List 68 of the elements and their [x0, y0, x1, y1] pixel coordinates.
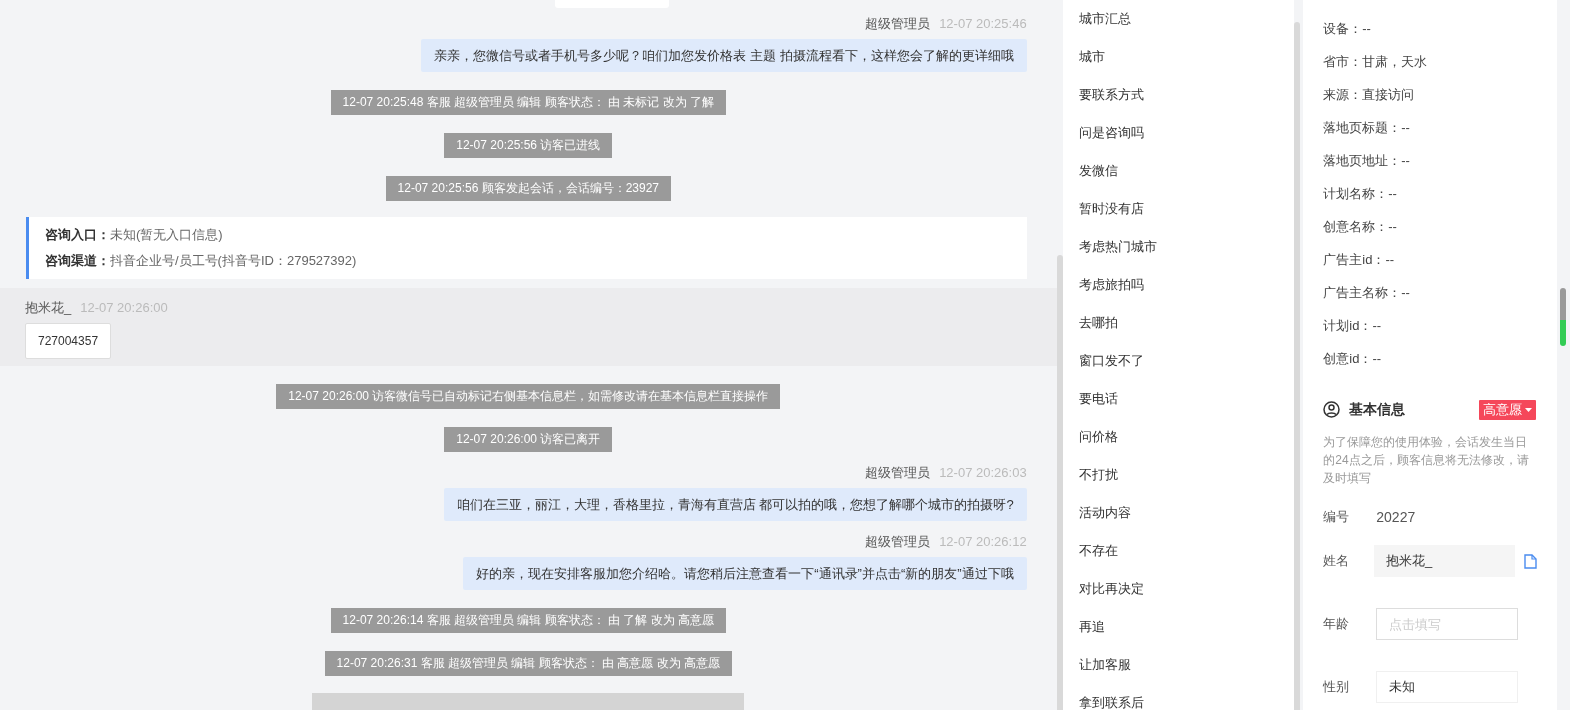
- system-notice: 12-07 20:26:31 客服 超级管理员 编辑 顾客状态： 由 高意愿 改为 高意愿: [324, 651, 732, 676]
- visitor-info-line: 广告主名称：--: [1323, 283, 1411, 302]
- visitor-info-line: 设备：--: [1323, 19, 1372, 38]
- quick-reply-item[interactable]: 发微信: [1078, 152, 1295, 190]
- visitor-info-line: 创意id：--: [1323, 349, 1383, 368]
- visitor-info-line: 创意名称：--: [1323, 217, 1398, 236]
- sender-name: 抱米花_: [25, 299, 72, 317]
- entry-label: 咨询渠道：: [45, 252, 110, 270]
- section-title: 基本信息: [1349, 400, 1406, 419]
- message-time: 12-07 20:26:03: [939, 464, 1027, 482]
- system-notice: 12-07 20:26:14 客服 超级管理员 编辑 顾客状态： 由 了解 改为 高意愿: [330, 608, 726, 633]
- quick-reply-item[interactable]: 活动内容: [1078, 494, 1295, 532]
- visitor-info-line: 落地页标题：--: [1323, 118, 1411, 137]
- visitor-message: 727004357: [25, 323, 112, 359]
- quick-reply-item[interactable]: 窗口发不了: [1078, 342, 1295, 380]
- quick-reply-item[interactable]: 不打扰: [1078, 456, 1295, 494]
- quick-reply-item[interactable]: 城市: [1078, 38, 1295, 76]
- quick-reply-item[interactable]: 拿到联系后: [1078, 684, 1295, 710]
- quick-reply-item[interactable]: 不存在: [1078, 532, 1295, 570]
- entry-label: 咨询入口：: [45, 226, 110, 244]
- field-label: 编号: [1323, 508, 1351, 527]
- visitor-info-line: 来源：直接访问: [1323, 85, 1416, 104]
- entry-value: 抖音企业号/员工号(抖音号ID：279527392): [110, 252, 357, 270]
- quick-reply-item[interactable]: 要电话: [1078, 380, 1295, 418]
- visitor-info-line: 计划id：--: [1323, 316, 1383, 335]
- quick-reply-item[interactable]: 要联系方式: [1078, 76, 1295, 114]
- quick-reply-item[interactable]: 暂时没有店: [1078, 190, 1295, 228]
- name-field[interactable]: 抱米花_: [1374, 545, 1515, 577]
- quick-reply-item[interactable]: 城市汇总: [1078, 0, 1295, 38]
- scrollbar[interactable]: [1294, 22, 1301, 710]
- system-notice: 12-07 20:25:56 顾客发起会话，会话编号：23927: [385, 176, 672, 201]
- quick-reply-item[interactable]: 去哪拍: [1078, 304, 1295, 342]
- gender-field[interactable]: 未知: [1376, 671, 1519, 703]
- visitor-info-line: 落地页地址：--: [1323, 151, 1411, 170]
- system-notice: 12-07 20:25:48 客服 超级管理员 编辑 顾客状态： 由 未标记 改为 了解: [330, 90, 726, 115]
- system-notice: 12-07 20:26:00 访客已离开: [444, 427, 613, 452]
- message-time: 12-07 20:26:12: [939, 533, 1027, 551]
- quick-reply-item[interactable]: 考虑旅拍吗: [1078, 266, 1295, 304]
- visitor-info-line: 省市：甘肃，天水: [1323, 52, 1429, 71]
- agent-message: 好的亲，现在安排客服加您介绍哈。请您稍后注意查看一下“通讯录”并点击“新的朋友”通过下哦: [463, 557, 1027, 590]
- message-time: 12-07 20:25:46: [939, 15, 1027, 33]
- entry-value: 未知(暂无入口信息): [110, 226, 223, 244]
- agent-message: 亲亲，您微信号或者手机号多少呢？咱们加您发价格表 主题 拍摄流程看下，这样您会了解的更详细哦: [421, 39, 1027, 72]
- scrollbar[interactable]: [1056, 255, 1063, 710]
- quick-reply-item[interactable]: 考虑热门城市: [1078, 228, 1295, 266]
- quick-reply-item[interactable]: 再追: [1078, 608, 1295, 646]
- field-label: 姓名: [1323, 552, 1351, 571]
- visitor-info-line: 广告主id：--: [1323, 250, 1396, 269]
- sender-name: 超级管理员: [865, 464, 931, 482]
- quick-reply-item[interactable]: 问价格: [1078, 418, 1295, 456]
- scrollbar-thumb[interactable]: [1560, 288, 1567, 346]
- field-label: 性别: [1323, 678, 1351, 697]
- notice-text: 为了保障您的使用体验，会话发生当日的24点之后，顾客信息将无法修改，请及时填写: [1323, 434, 1530, 487]
- status-dropdown[interactable]: 高意愿: [1479, 399, 1536, 420]
- sender-name: 超级管理员: [865, 533, 931, 551]
- system-notice: 12-07 20:25:56 访客已进线: [444, 133, 613, 158]
- agent-message: 咱们在三亚，丽江，大理，香格里拉，青海有直营店 都可以拍的哦，您想了解哪个城市的拍摄呀?: [443, 488, 1027, 521]
- quick-reply-item[interactable]: 让加客服: [1078, 646, 1295, 684]
- system-notice: 12-07 20:26:00 访客微信号已自动标记右侧基本信息栏，如需修改请在基本信息栏直接操作: [276, 384, 781, 409]
- caret-icon: [1525, 407, 1532, 412]
- sender-name: 超级管理员: [865, 15, 931, 33]
- quick-reply-item[interactable]: 问是咨询吗: [1078, 114, 1295, 152]
- quick-reply-item[interactable]: 对比再决定: [1078, 570, 1295, 608]
- field-label: 年龄: [1323, 615, 1351, 634]
- user-circle-icon: [1323, 401, 1341, 418]
- field-value: 20227: [1376, 507, 1416, 527]
- copy-icon[interactable]: [1524, 553, 1537, 569]
- visitor-info-line: 计划名称：--: [1323, 184, 1398, 203]
